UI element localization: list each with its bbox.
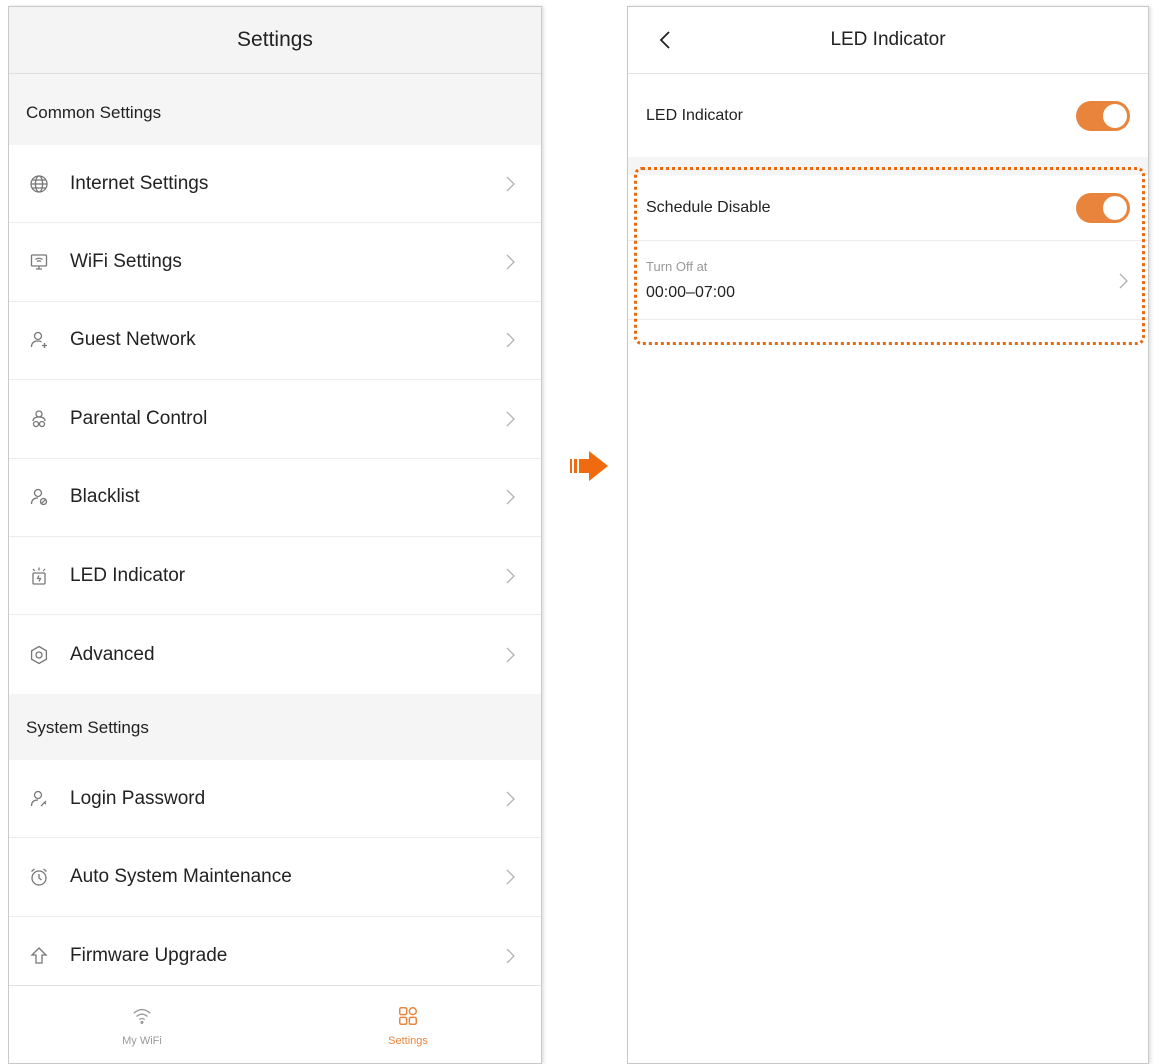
system-settings-header: System Settings: [9, 696, 541, 760]
chevron-right-icon: [503, 175, 517, 193]
user-key-icon: [26, 786, 52, 812]
grid-icon: [395, 1003, 421, 1029]
back-button[interactable]: [652, 27, 678, 53]
led-lamp-icon: [26, 563, 52, 589]
settings-item-wifi[interactable]: WiFi Settings: [9, 223, 541, 302]
settings-item-firmware-upgrade[interactable]: Firmware Upgrade: [9, 917, 541, 995]
chevron-right-icon: [503, 868, 517, 886]
turn-off-text: Turn Off at 00:00–07:00: [646, 259, 1116, 302]
tab-settings[interactable]: Settings: [275, 986, 541, 1063]
settings-nav-bar: Settings: [9, 7, 541, 74]
chevron-right-icon: [503, 488, 517, 506]
chevron-right-icon: [1116, 272, 1130, 290]
wifi-icon: [129, 1003, 155, 1029]
turn-off-time-row[interactable]: Turn Off at 00:00–07:00: [628, 242, 1148, 320]
led-indicator-toggle[interactable]: [1076, 101, 1130, 131]
globe-icon: [26, 171, 52, 197]
toggle-knob: [1103, 104, 1127, 128]
item-label: Advanced: [70, 643, 155, 665]
common-settings-list: Internet Settings WiFi Settings Guest Ne…: [9, 145, 541, 694]
page-title: Settings: [237, 28, 313, 51]
schedule-disable-row: Schedule Disable: [628, 175, 1148, 241]
item-label: Parental Control: [70, 407, 208, 429]
bottom-tab-bar: My WiFi Settings: [9, 985, 541, 1063]
turn-off-caption: Turn Off at: [646, 259, 708, 274]
parental-icon: [26, 406, 52, 432]
item-label: LED Indicator: [70, 564, 186, 586]
alarm-clock-icon: [26, 864, 52, 890]
item-label: Internet Settings: [70, 172, 209, 194]
tab-label: Settings: [388, 1034, 428, 1047]
settings-item-blacklist[interactable]: Blacklist: [9, 459, 541, 537]
chevron-left-icon: [659, 31, 670, 49]
page-title: LED Indicator: [830, 29, 946, 50]
settings-screen: Settings Common Settings Internet Settin…: [8, 6, 542, 1064]
common-settings-header: Common Settings: [9, 81, 541, 145]
chevron-right-icon: [503, 567, 517, 585]
flow-arrow-icon: [570, 451, 608, 481]
led-nav-bar: LED Indicator: [628, 7, 1148, 74]
chevron-right-icon: [503, 331, 517, 349]
settings-item-login-password[interactable]: Login Password: [9, 760, 541, 839]
chevron-right-icon: [503, 790, 517, 808]
item-label: Blacklist: [70, 486, 140, 508]
tab-my-wifi[interactable]: My WiFi: [9, 986, 275, 1063]
chevron-right-icon: [503, 410, 517, 428]
schedule-disable-label: Schedule Disable: [646, 198, 771, 216]
led-indicator-row: LED Indicator: [628, 75, 1148, 157]
item-label: Auto System Maintenance: [70, 866, 292, 888]
router-icon: [26, 249, 52, 275]
system-settings-list: Login Password Auto System Maintenance F…: [9, 760, 541, 996]
led-indicator-label: LED Indicator: [646, 107, 743, 124]
guest-user-icon: [26, 327, 52, 353]
settings-item-guest-network[interactable]: Guest Network: [9, 302, 541, 381]
settings-item-auto-system-maintenance[interactable]: Auto System Maintenance: [9, 838, 541, 917]
item-label: Firmware Upgrade: [70, 944, 228, 966]
hexagon-icon: [26, 642, 52, 668]
tab-label: My WiFi: [122, 1034, 162, 1047]
item-label: WiFi Settings: [70, 251, 182, 273]
item-label: Login Password: [70, 787, 206, 809]
schedule-disable-toggle[interactable]: [1076, 192, 1130, 223]
chevron-right-icon: [503, 253, 517, 271]
settings-item-internet[interactable]: Internet Settings: [9, 145, 541, 224]
settings-item-advanced[interactable]: Advanced: [9, 615, 541, 693]
turn-off-value: 00:00–07:00: [646, 284, 735, 301]
chevron-right-icon: [503, 947, 517, 965]
settings-item-led-indicator[interactable]: LED Indicator: [9, 537, 541, 616]
toggle-knob: [1103, 195, 1127, 220]
led-indicator-screen: LED Indicator LED Indicator Schedule Dis…: [627, 6, 1149, 1064]
upgrade-arrow-icon: [26, 943, 52, 969]
blacklist-user-icon: [26, 484, 52, 510]
item-label: Guest Network: [70, 329, 196, 351]
section-gap: [628, 157, 1148, 175]
settings-item-parental-control[interactable]: Parental Control: [9, 380, 541, 459]
chevron-right-icon: [503, 646, 517, 664]
